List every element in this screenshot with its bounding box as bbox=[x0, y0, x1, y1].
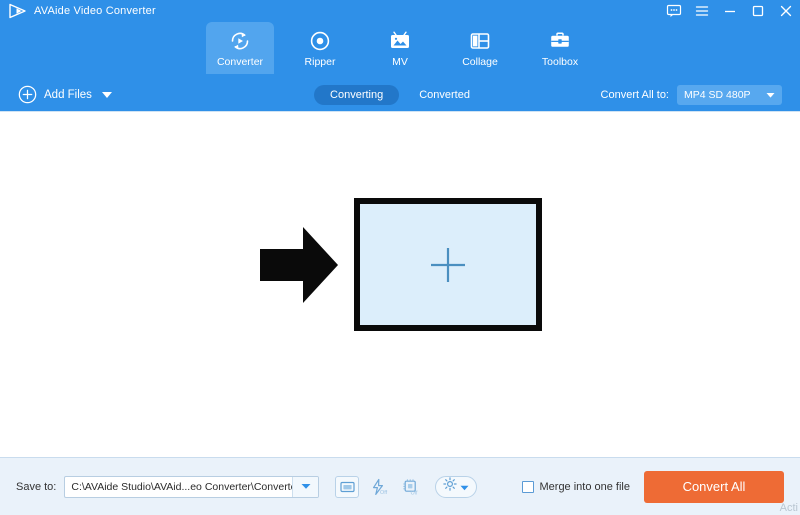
app-window: AVAide Video Converter Converter Ripper … bbox=[0, 0, 800, 515]
toolbox-icon bbox=[548, 29, 572, 53]
tab-mv[interactable]: MV bbox=[366, 22, 434, 74]
settings-dropdown-button[interactable] bbox=[435, 475, 478, 498]
hardware-acceleration-off-icon[interactable]: Off bbox=[367, 476, 391, 498]
tab-toolbox[interactable]: Toolbox bbox=[526, 22, 594, 74]
bottom-bar: Save to: C:\AVAide Studio\AVAid...eo Con… bbox=[0, 457, 800, 515]
save-path-value: C:\AVAide Studio\AVAid...eo Converter\Co… bbox=[71, 480, 293, 493]
layout-grid-icon bbox=[468, 29, 492, 53]
bottom-tool-buttons: Off Off bbox=[335, 475, 478, 498]
tab-converter[interactable]: Converter bbox=[206, 22, 274, 74]
right-arrow-icon bbox=[258, 219, 340, 311]
drop-row bbox=[0, 198, 800, 331]
plus-circle-icon bbox=[18, 85, 37, 104]
drop-stage: Click here to add media files or drag th… bbox=[0, 112, 800, 474]
tab-toolbox-label: Toolbox bbox=[541, 55, 579, 68]
merge-into-one-file-checkbox[interactable]: Merge into one file bbox=[521, 480, 631, 493]
gpu-chip-off-icon[interactable]: Off bbox=[399, 476, 423, 498]
convert-all-button[interactable]: Convert All bbox=[644, 470, 784, 503]
save-path-dropdown-caret[interactable] bbox=[292, 476, 319, 497]
app-title: AVAide Video Converter bbox=[34, 5, 156, 17]
save-to-label: Save to: bbox=[16, 480, 57, 493]
tab-ripper-label: Ripper bbox=[304, 55, 336, 68]
output-format-value: MP4 SD 480P bbox=[684, 88, 751, 101]
caret-down-icon[interactable] bbox=[101, 91, 112, 98]
add-files-button[interactable]: Add Files bbox=[18, 85, 112, 104]
convert-all-to-label: Convert All to: bbox=[600, 88, 669, 101]
bottom-right-group: Merge into one file Convert All bbox=[521, 470, 784, 503]
media-dropzone[interactable] bbox=[354, 198, 542, 331]
tab-ripper[interactable]: Ripper bbox=[286, 22, 354, 74]
activation-watermark: Acti bbox=[779, 502, 798, 514]
status-segmented-control: Converting Converted bbox=[314, 84, 486, 105]
chevron-down-icon bbox=[460, 478, 469, 496]
feedback-icon[interactable] bbox=[666, 3, 682, 19]
add-files-label: Add Files bbox=[44, 88, 92, 101]
convert-circular-arrows-icon bbox=[228, 29, 252, 53]
chevron-down-icon bbox=[766, 86, 775, 104]
convert-all-to-group: Convert All to: MP4 SD 480P bbox=[600, 84, 782, 105]
checkbox-box[interactable] bbox=[521, 480, 534, 493]
picture-frame-icon bbox=[388, 29, 412, 53]
svg-text:Off: Off bbox=[411, 490, 418, 496]
main-nav: Converter Ripper MV Collage Toolbox bbox=[0, 22, 800, 78]
merge-into-one-file-label: Merge into one file bbox=[539, 480, 631, 493]
segment-converting[interactable]: Converting bbox=[314, 84, 400, 105]
maximize-icon[interactable] bbox=[750, 3, 766, 19]
close-icon[interactable] bbox=[778, 3, 794, 19]
tab-collage[interactable]: Collage bbox=[446, 22, 514, 74]
plus-icon bbox=[428, 245, 468, 285]
tab-converter-label: Converter bbox=[216, 55, 264, 68]
open-folder-icon[interactable] bbox=[335, 475, 360, 498]
menu-icon[interactable] bbox=[694, 3, 710, 19]
save-path-field[interactable]: C:\AVAide Studio\AVAid...eo Converter\Co… bbox=[64, 475, 320, 498]
output-format-dropdown[interactable]: MP4 SD 480P bbox=[677, 84, 782, 105]
segment-converted[interactable]: Converted bbox=[403, 85, 486, 105]
action-toolbar: Add Files Converting Converted Convert A… bbox=[0, 78, 800, 112]
tab-mv-label: MV bbox=[392, 55, 408, 68]
tab-collage-label: Collage bbox=[462, 55, 498, 68]
minimize-icon[interactable] bbox=[722, 3, 738, 19]
disc-record-icon bbox=[308, 29, 332, 53]
window-controls bbox=[666, 0, 794, 22]
gear-icon bbox=[443, 477, 458, 496]
app-header: AVAide Video Converter Converter Ripper … bbox=[0, 0, 800, 78]
title-bar: AVAide Video Converter bbox=[0, 0, 800, 22]
svg-text:Off: Off bbox=[380, 490, 388, 496]
play-triangle-logo-icon bbox=[8, 3, 28, 19]
